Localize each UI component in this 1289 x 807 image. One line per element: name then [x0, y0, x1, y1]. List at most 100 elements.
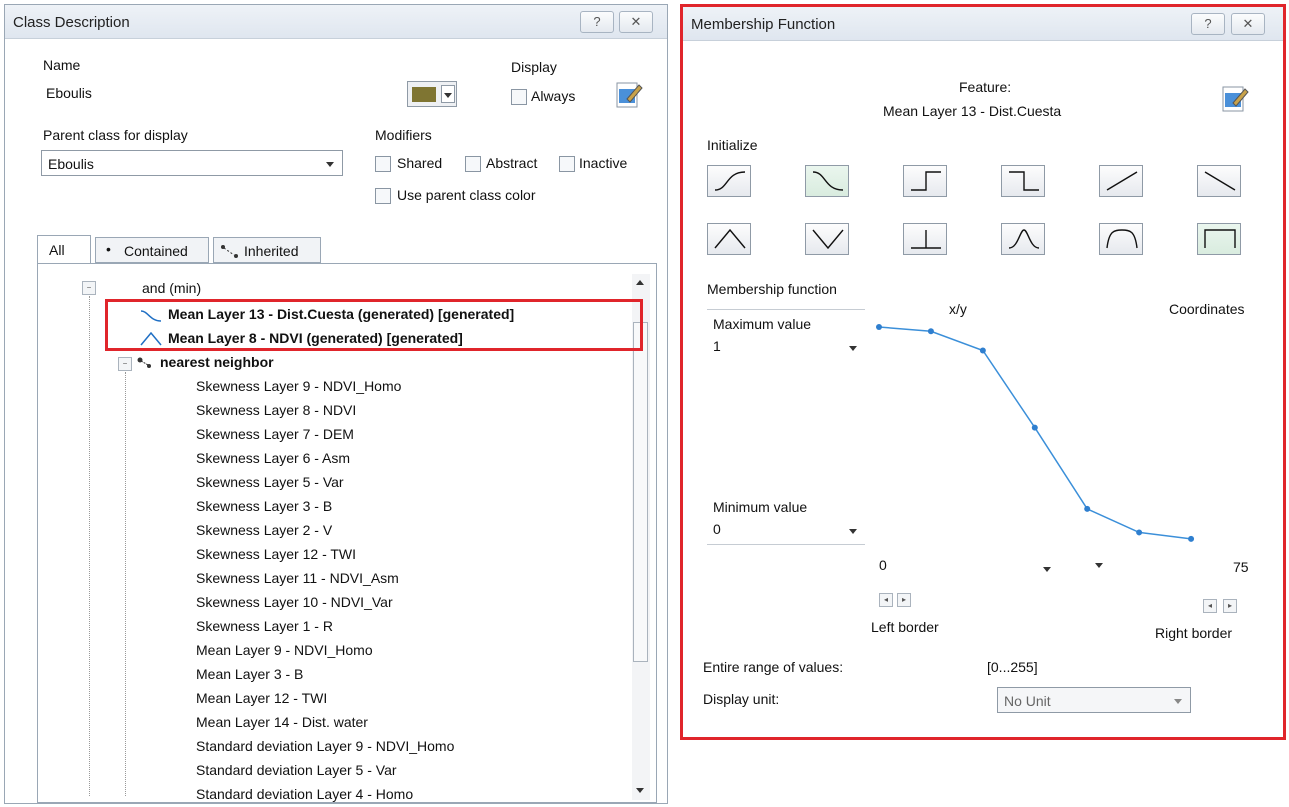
tree-item-feature[interactable]: Mean Layer 3 - B — [196, 666, 303, 682]
edit-icon[interactable] — [615, 79, 643, 109]
shared-checkbox[interactable] — [375, 156, 391, 172]
minimum-value[interactable]: 0 — [713, 521, 721, 537]
linear-up-button[interactable] — [1099, 165, 1143, 197]
smaller-step-button[interactable] — [1001, 165, 1045, 197]
tree-scrollbar[interactable] — [632, 274, 650, 800]
curve-point[interactable] — [1084, 505, 1091, 512]
nearest-neighbor-icon — [137, 357, 151, 368]
full-range-icon — [1204, 229, 1236, 248]
tree-item-feature[interactable]: Skewness Layer 6 - Asm — [196, 450, 350, 466]
left-border-value[interactable]: 0 — [879, 557, 887, 573]
parent-class-value: Eboulis — [48, 156, 94, 172]
always-checkbox[interactable] — [511, 89, 527, 105]
display-unit-value: No Unit — [1004, 693, 1051, 709]
display-label: Display — [511, 59, 557, 75]
edit-icon[interactable] — [1221, 83, 1249, 113]
tree-item-feature[interactable]: Skewness Layer 7 - DEM — [196, 426, 354, 442]
maximum-value[interactable]: 1 — [713, 338, 721, 354]
curve-point[interactable] — [927, 328, 934, 335]
display-unit-select[interactable]: No Unit — [997, 687, 1191, 713]
highlight-box — [105, 299, 643, 351]
membership-curve-line — [878, 326, 1192, 540]
name-field[interactable]: Eboulis — [41, 79, 387, 105]
step-up-icon — [911, 171, 941, 191]
help-button[interactable]: ? — [580, 11, 614, 33]
left-border-increase-button[interactable]: ▸ — [897, 593, 911, 607]
approx-range-button[interactable] — [1099, 223, 1143, 255]
tab-all[interactable]: All — [37, 235, 91, 265]
scroll-down-icon[interactable] — [636, 788, 644, 793]
full-range-button[interactable] — [1197, 223, 1241, 255]
parent-class-select[interactable]: Eboulis — [41, 150, 343, 176]
tree-item-feature[interactable]: Standard deviation Layer 4 - Homo — [196, 786, 413, 802]
tab-label: All — [49, 242, 65, 258]
larger-step-button[interactable] — [903, 165, 947, 197]
scroll-thumb[interactable] — [633, 322, 648, 662]
chevron-down-icon[interactable] — [1043, 567, 1051, 572]
curve-point[interactable] — [876, 324, 882, 330]
class-color-picker[interactable] — [407, 81, 457, 107]
tree-item-feature[interactable]: Skewness Layer 9 - NDVI_Homo — [196, 378, 401, 394]
gaussian-button[interactable] — [1001, 223, 1045, 255]
tree-item-feature[interactable]: Standard deviation Layer 9 - NDVI_Homo — [196, 738, 454, 754]
tree-item-feature[interactable]: Skewness Layer 10 - NDVI_Var — [196, 594, 393, 610]
membership-function-label: Membership function — [707, 281, 837, 297]
tree-item-feature[interactable]: Standard deviation Layer 5 - Var — [196, 762, 397, 778]
membership-curve-plot[interactable] — [873, 321, 1249, 547]
inactive-checkbox[interactable] — [559, 156, 575, 172]
close-button[interactable]: ✕ — [619, 11, 653, 33]
tree-item-feature[interactable]: Mean Layer 12 - TWI — [196, 690, 327, 706]
tree-item-feature[interactable]: Skewness Layer 2 - V — [196, 522, 332, 538]
smaller-sigmoid-button[interactable] — [805, 165, 849, 197]
use-parent-color-checkbox[interactable] — [375, 188, 391, 204]
chevron-down-icon — [326, 162, 334, 167]
gaussian-icon — [1008, 229, 1040, 249]
curve-point[interactable] — [1136, 529, 1143, 536]
initialize-label: Initialize — [707, 137, 758, 153]
singleton-button[interactable] — [903, 223, 947, 255]
inverted-triangle-button[interactable] — [805, 223, 849, 255]
collapse-icon[interactable]: − — [118, 357, 132, 371]
tree-item-feature[interactable]: Skewness Layer 8 - NDVI — [196, 402, 356, 418]
maximum-value-group: Maximum value 1 — [707, 309, 865, 361]
tree-item-nearest-neighbor[interactable]: nearest neighbor — [160, 354, 274, 370]
chevron-down-icon[interactable] — [849, 529, 857, 534]
tab-contained[interactable]: • Contained — [95, 237, 209, 263]
linear-down-button[interactable] — [1197, 165, 1241, 197]
collapse-icon[interactable]: − — [82, 281, 96, 295]
tree-item-feature[interactable]: Skewness Layer 12 - TWI — [196, 546, 356, 562]
help-button[interactable]: ? — [1191, 13, 1225, 35]
right-border-increase-button[interactable]: ▸ — [1223, 599, 1237, 613]
membership-titlebar: Membership Function ? ✕ — [683, 7, 1283, 41]
curve-point[interactable] — [1188, 535, 1195, 542]
right-border-decrease-button[interactable]: ◂ — [1203, 599, 1217, 613]
tree-root-label[interactable]: and (min) — [142, 280, 201, 296]
tree-item-feature[interactable]: Skewness Layer 1 - R — [196, 618, 333, 634]
triangle-button[interactable] — [707, 223, 751, 255]
tree-guide — [89, 296, 90, 796]
shared-label: Shared — [397, 155, 443, 171]
tab-inherited[interactable]: Inherited — [213, 237, 321, 263]
chevron-down-icon[interactable] — [849, 346, 857, 351]
tree-item-feature[interactable]: Skewness Layer 11 - NDVI_Asm — [196, 570, 399, 586]
maximum-value-label: Maximum value — [713, 316, 812, 332]
scroll-up-icon[interactable] — [636, 280, 644, 285]
tree-item-feature[interactable]: Mean Layer 9 - NDVI_Homo — [196, 642, 373, 658]
chevron-down-icon — [1174, 699, 1182, 704]
chevron-down-icon[interactable] — [1095, 563, 1103, 568]
abstract-checkbox[interactable] — [465, 156, 481, 172]
tree-item-feature[interactable]: Mean Layer 14 - Dist. water — [196, 714, 368, 730]
tree-item-feature[interactable]: Skewness Layer 5 - Var — [196, 474, 344, 490]
triangle-icon — [714, 228, 746, 249]
close-button[interactable]: ✕ — [1231, 13, 1265, 35]
name-value: Eboulis — [46, 85, 92, 101]
minimum-value-label: Minimum value — [713, 499, 808, 515]
left-border-decrease-button[interactable]: ◂ — [879, 593, 893, 607]
tree-item-feature[interactable]: Skewness Layer 3 - B — [196, 498, 332, 514]
curve-point[interactable] — [979, 347, 986, 354]
curve-point[interactable] — [1031, 424, 1038, 431]
larger-sigmoid-button[interactable] — [707, 165, 751, 197]
right-border-value[interactable]: 75 — [1233, 559, 1249, 575]
modifiers-label: Modifiers — [375, 127, 432, 143]
inverted-triangle-icon — [812, 229, 844, 250]
